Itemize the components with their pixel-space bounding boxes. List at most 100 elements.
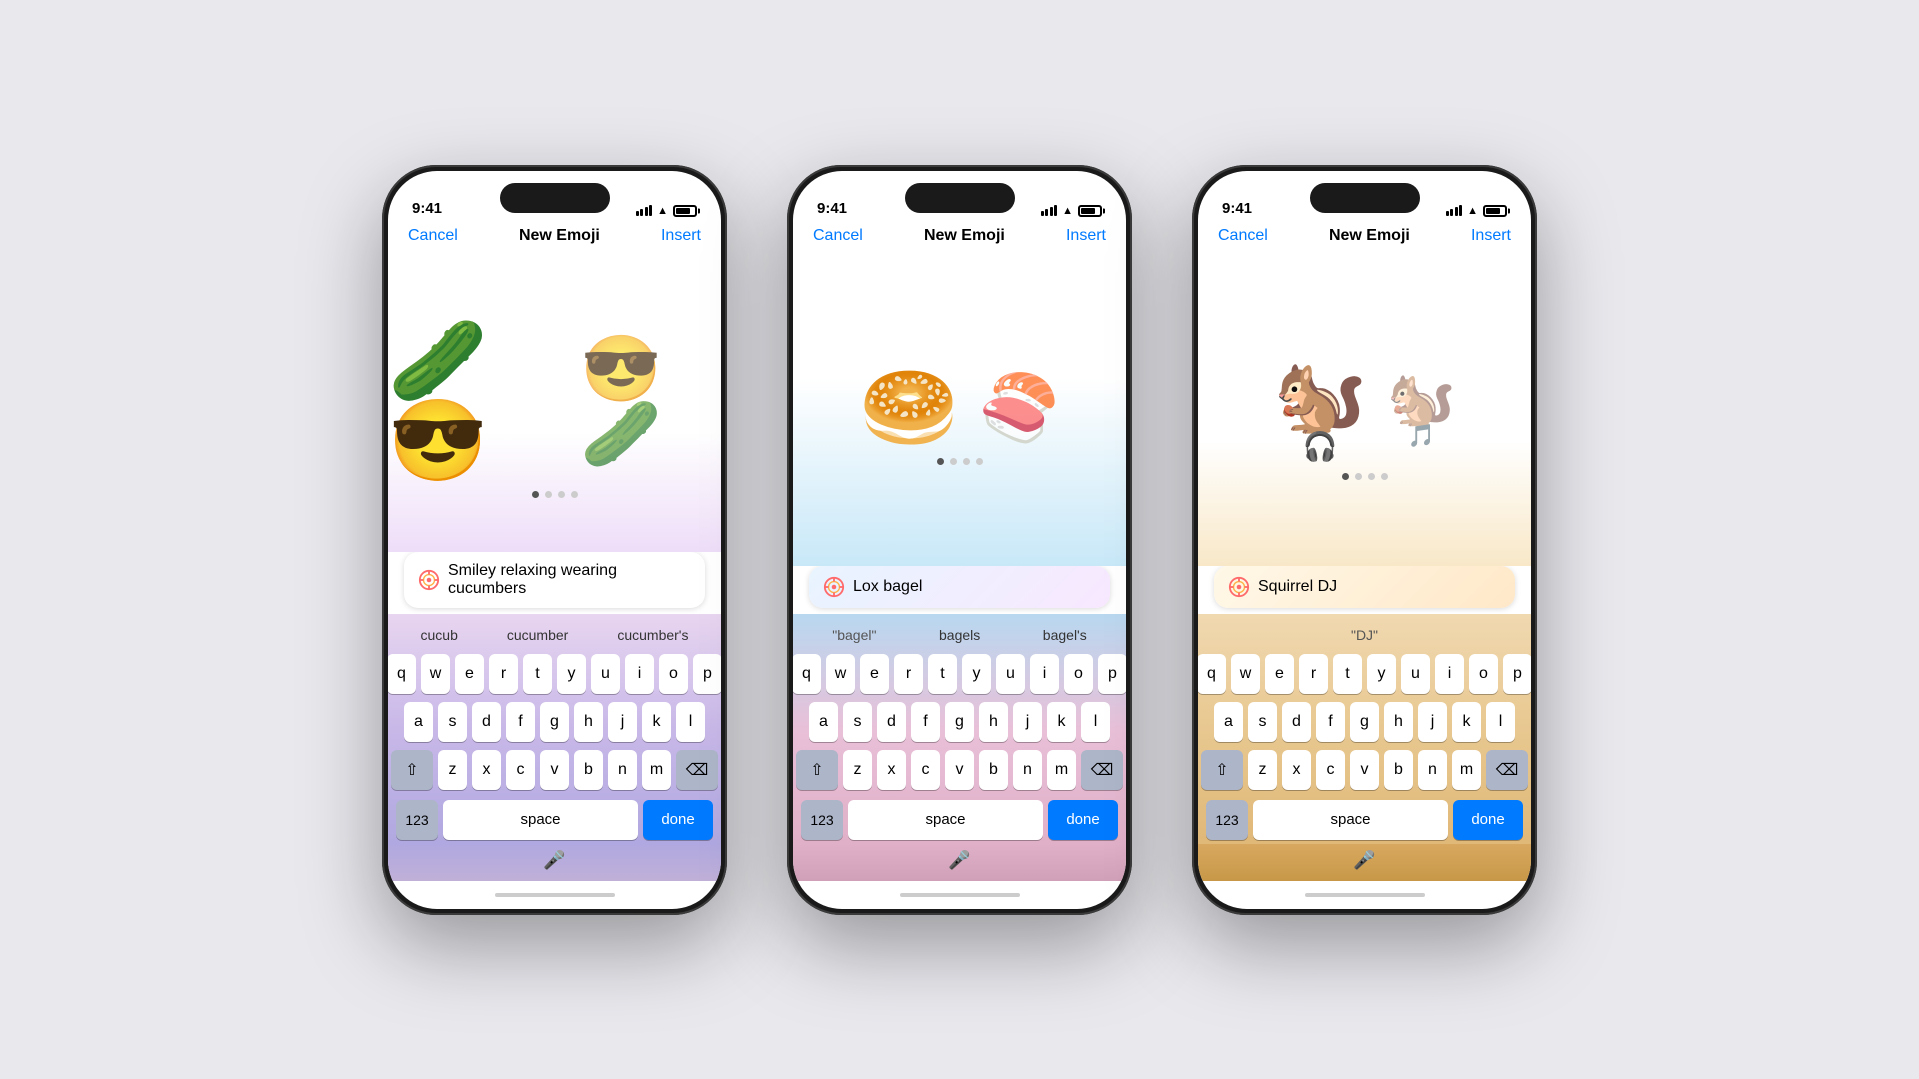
key-3-m[interactable]: m	[1452, 750, 1481, 790]
key-2-m[interactable]: m	[1047, 750, 1076, 790]
key-2-z[interactable]: z	[843, 750, 872, 790]
space-key-3[interactable]: space	[1253, 800, 1448, 840]
primary-emoji-2[interactable]: 🥯	[859, 368, 959, 448]
key-x[interactable]: x	[472, 750, 501, 790]
key-t[interactable]: t	[523, 654, 552, 694]
key-2-y[interactable]: y	[962, 654, 991, 694]
key-3-p[interactable]: p	[1503, 654, 1531, 694]
secondary-emoji-2[interactable]: 🍣	[979, 375, 1060, 440]
cancel-button-1[interactable]: Cancel	[408, 227, 458, 245]
key-c[interactable]: c	[506, 750, 535, 790]
key-3-t[interactable]: t	[1333, 654, 1362, 694]
secondary-emoji-1[interactable]: 😎🥒	[581, 336, 721, 466]
key-f[interactable]: f	[506, 702, 535, 742]
key-3-e[interactable]: e	[1265, 654, 1294, 694]
key-2-b[interactable]: b	[979, 750, 1008, 790]
done-key-2[interactable]: done	[1048, 800, 1118, 840]
input-text-2[interactable]: Lox bagel	[853, 578, 1096, 596]
search-input-wrapper-3[interactable]: Squirrel DJ	[1214, 566, 1515, 608]
key-2-q[interactable]: q	[793, 654, 821, 694]
key-3-f[interactable]: f	[1316, 702, 1345, 742]
key-3-l[interactable]: l	[1486, 702, 1515, 742]
key-2-o[interactable]: o	[1064, 654, 1093, 694]
key-a[interactable]: a	[404, 702, 433, 742]
key-2-v[interactable]: v	[945, 750, 974, 790]
key-k[interactable]: k	[642, 702, 671, 742]
shift-key-3[interactable]: ⇧	[1201, 750, 1243, 790]
key-3-b[interactable]: b	[1384, 750, 1413, 790]
key-3-q[interactable]: q	[1198, 654, 1226, 694]
key-3-c[interactable]: c	[1316, 750, 1345, 790]
key-u[interactable]: u	[591, 654, 620, 694]
autocomplete-word-3-1[interactable]: "DJ"	[1343, 624, 1386, 646]
key-2-x[interactable]: x	[877, 750, 906, 790]
key-2-e[interactable]: e	[860, 654, 889, 694]
key-3-v[interactable]: v	[1350, 750, 1379, 790]
key-3-a[interactable]: a	[1214, 702, 1243, 742]
key-w[interactable]: w	[421, 654, 450, 694]
key-2-k[interactable]: k	[1047, 702, 1076, 742]
key-y[interactable]: y	[557, 654, 586, 694]
primary-emoji-1[interactable]: 🥒😎	[388, 321, 561, 481]
delete-key-1[interactable]: ⌫	[676, 750, 718, 790]
key-3-y[interactable]: y	[1367, 654, 1396, 694]
num-key-3[interactable]: 123	[1206, 800, 1248, 840]
key-b[interactable]: b	[574, 750, 603, 790]
cancel-button-3[interactable]: Cancel	[1218, 227, 1268, 245]
key-3-d[interactable]: d	[1282, 702, 1311, 742]
key-z[interactable]: z	[438, 750, 467, 790]
delete-key-3[interactable]: ⌫	[1486, 750, 1528, 790]
done-key-1[interactable]: done	[643, 800, 713, 840]
key-2-p[interactable]: p	[1098, 654, 1126, 694]
key-3-w[interactable]: w	[1231, 654, 1260, 694]
key-3-i[interactable]: i	[1435, 654, 1464, 694]
key-2-u[interactable]: u	[996, 654, 1025, 694]
search-input-wrapper-1[interactable]: Smiley relaxing wearing cucumbers	[404, 552, 705, 608]
key-3-r[interactable]: r	[1299, 654, 1328, 694]
shift-key-1[interactable]: ⇧	[391, 750, 433, 790]
autocomplete-word-2-1[interactable]: "bagel"	[824, 624, 884, 646]
key-2-a[interactable]: a	[809, 702, 838, 742]
mic-icon-1[interactable]: 🎤	[543, 850, 565, 875]
search-input-wrapper-2[interactable]: Lox bagel	[809, 566, 1110, 608]
autocomplete-word-2[interactable]: cucumber	[499, 624, 576, 646]
key-s[interactable]: s	[438, 702, 467, 742]
num-key-1[interactable]: 123	[396, 800, 438, 840]
insert-button-1[interactable]: Insert	[661, 227, 701, 245]
key-2-t[interactable]: t	[928, 654, 957, 694]
key-3-k[interactable]: k	[1452, 702, 1481, 742]
key-g[interactable]: g	[540, 702, 569, 742]
squirrel-dj-secondary[interactable]: 🐿️ 🎵	[1387, 366, 1455, 449]
key-v[interactable]: v	[540, 750, 569, 790]
autocomplete-word-2-2[interactable]: bagels	[931, 624, 988, 646]
mic-icon-2[interactable]: 🎤	[948, 850, 970, 875]
insert-button-3[interactable]: Insert	[1471, 227, 1511, 245]
key-3-x[interactable]: x	[1282, 750, 1311, 790]
mic-icon-3[interactable]: 🎤	[1353, 850, 1375, 875]
key-2-n[interactable]: n	[1013, 750, 1042, 790]
key-2-l[interactable]: l	[1081, 702, 1110, 742]
space-key-1[interactable]: space	[443, 800, 638, 840]
key-j[interactable]: j	[608, 702, 637, 742]
input-text-1[interactable]: Smiley relaxing wearing cucumbers	[448, 562, 691, 598]
key-2-c[interactable]: c	[911, 750, 940, 790]
cancel-button-2[interactable]: Cancel	[813, 227, 863, 245]
autocomplete-word-3[interactable]: cucumber's	[609, 624, 696, 646]
key-3-o[interactable]: o	[1469, 654, 1498, 694]
key-2-s[interactable]: s	[843, 702, 872, 742]
key-3-s[interactable]: s	[1248, 702, 1277, 742]
key-3-g[interactable]: g	[1350, 702, 1379, 742]
key-3-n[interactable]: n	[1418, 750, 1447, 790]
key-l[interactable]: l	[676, 702, 705, 742]
autocomplete-word-2-3[interactable]: bagel's	[1035, 624, 1095, 646]
key-3-j[interactable]: j	[1418, 702, 1447, 742]
squirrel-dj-primary[interactable]: 🐿️ 🎧	[1274, 352, 1367, 463]
done-key-3[interactable]: done	[1453, 800, 1523, 840]
insert-button-2[interactable]: Insert	[1066, 227, 1106, 245]
key-2-i[interactable]: i	[1030, 654, 1059, 694]
key-p[interactable]: p	[693, 654, 721, 694]
key-2-f[interactable]: f	[911, 702, 940, 742]
key-i[interactable]: i	[625, 654, 654, 694]
key-3-z[interactable]: z	[1248, 750, 1277, 790]
key-m[interactable]: m	[642, 750, 671, 790]
